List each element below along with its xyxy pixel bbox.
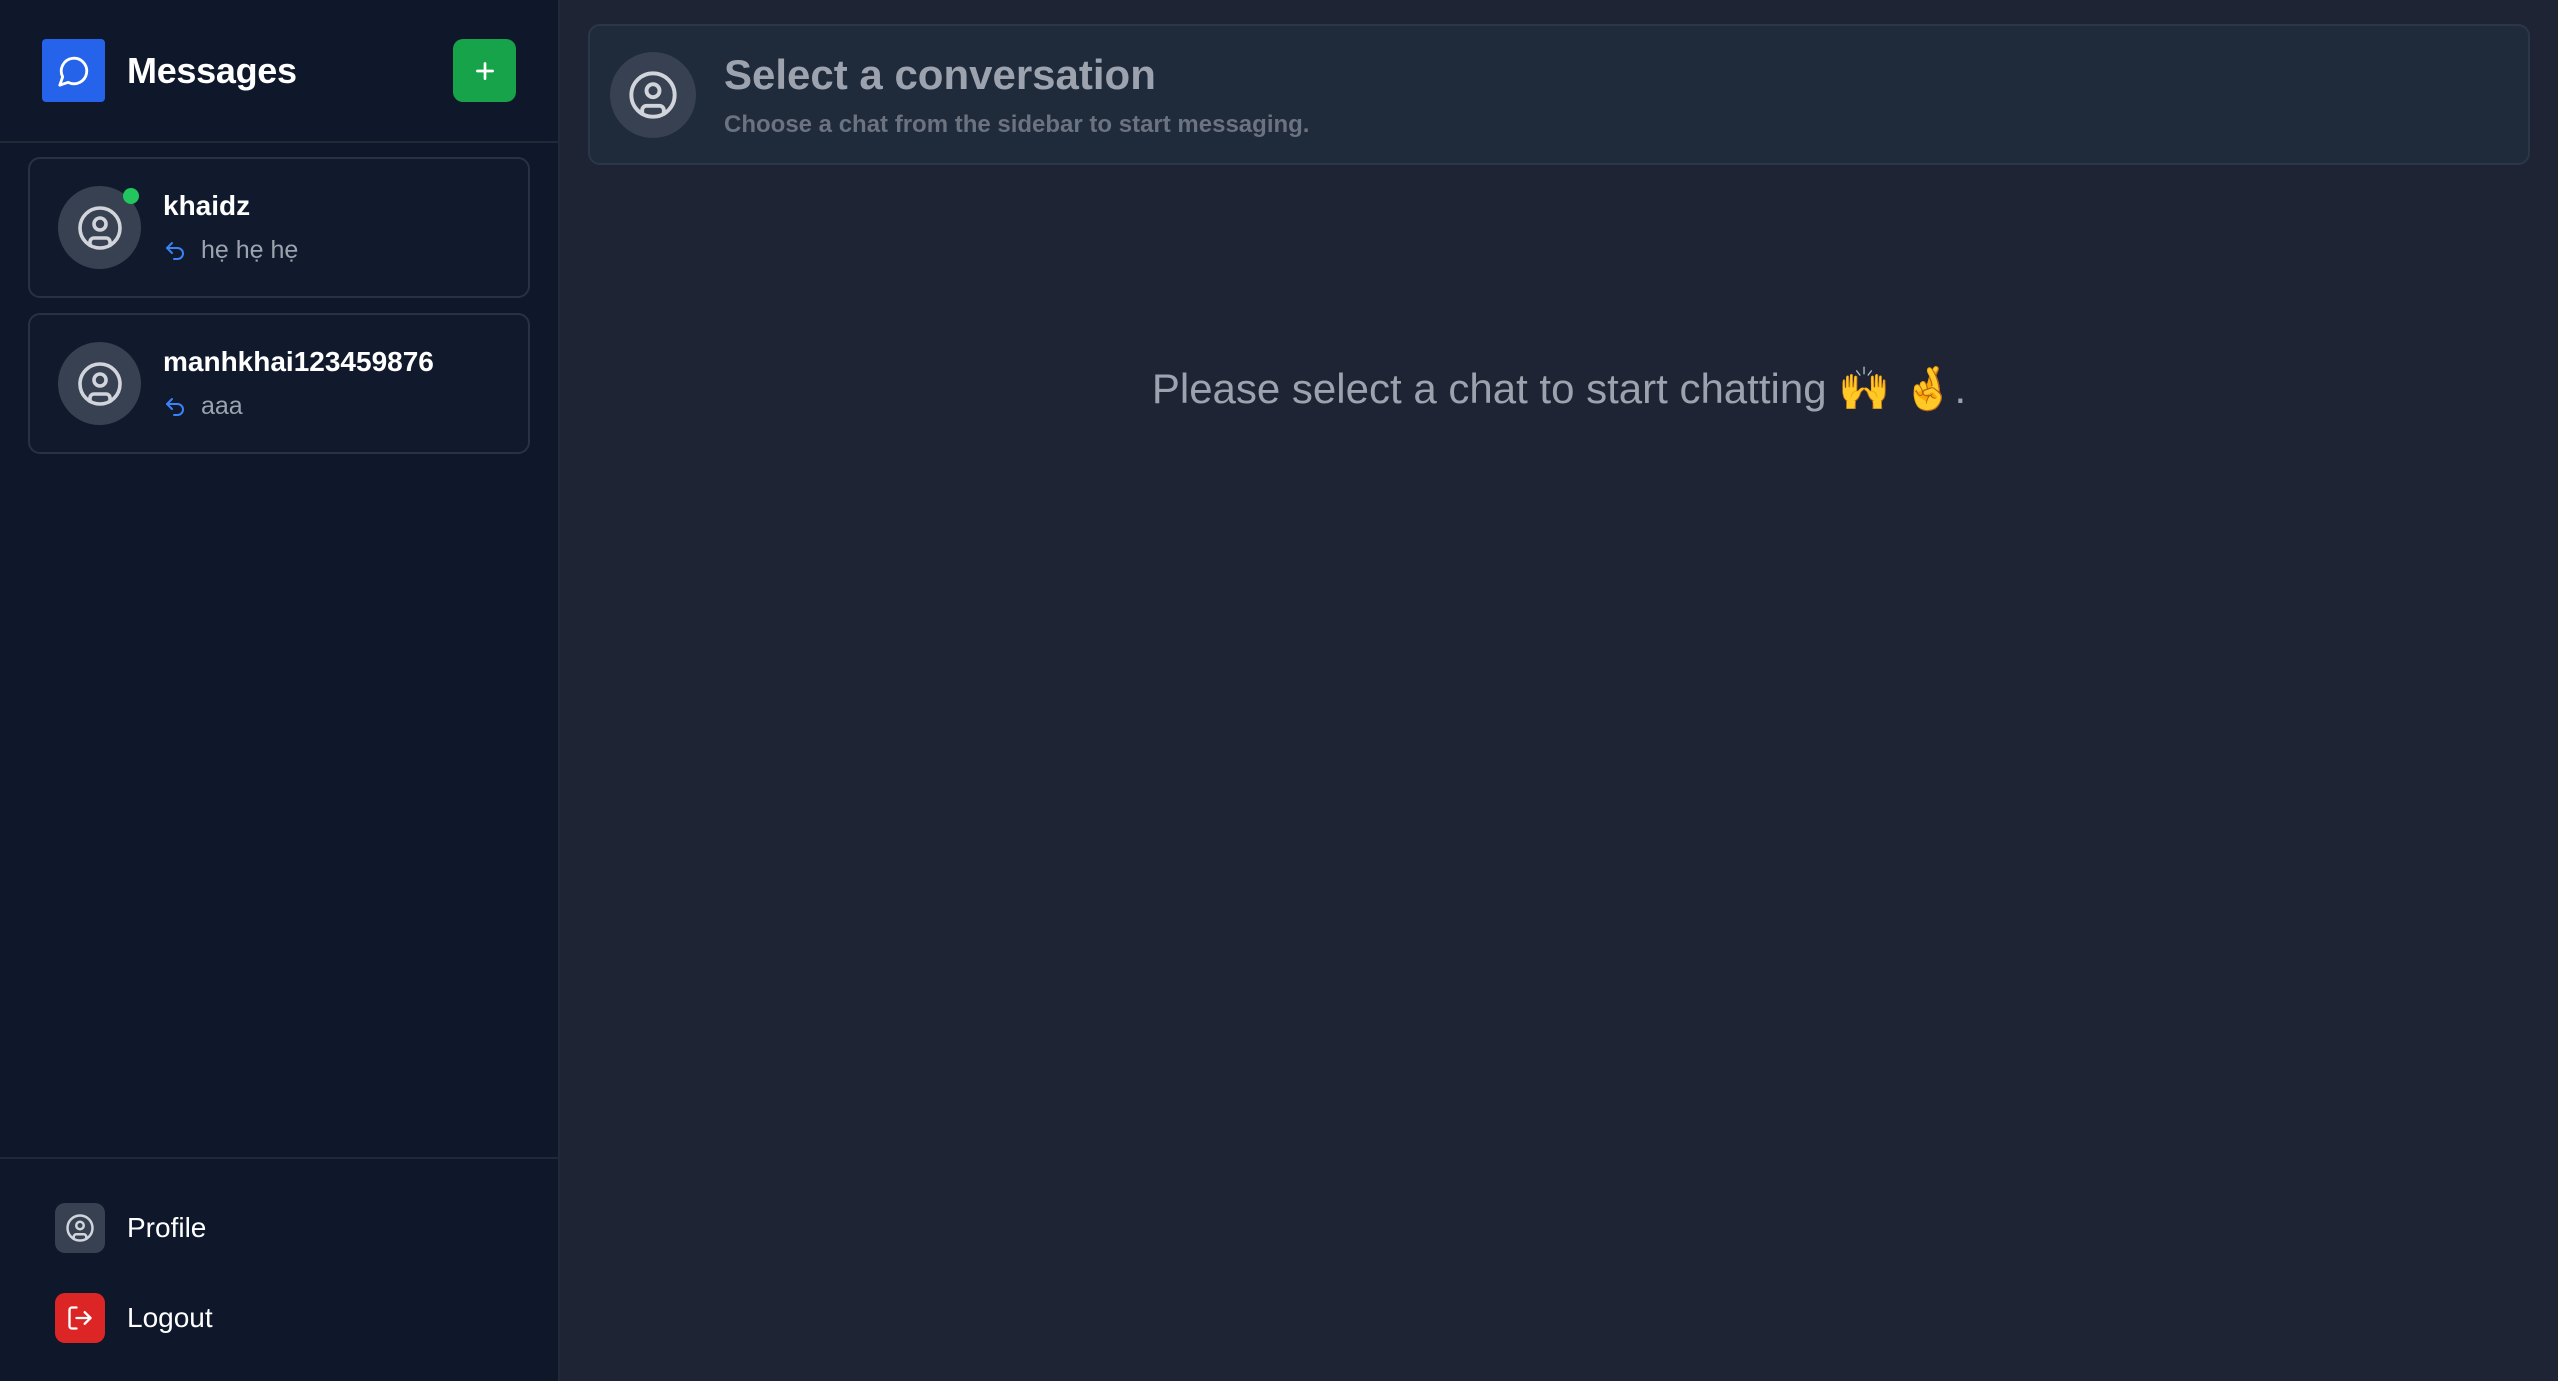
logout-label: Logout bbox=[127, 1302, 213, 1333]
conversation-item[interactable]: khaidz hẹ hẹ hẹ bbox=[28, 157, 530, 298]
conversation-name: manhkhai123459876 bbox=[163, 346, 434, 377]
online-indicator bbox=[123, 188, 139, 204]
empty-state-message: Please select a chat to start chatting 🙌… bbox=[1151, 365, 1967, 412]
reply-icon bbox=[166, 397, 184, 416]
profile-icon bbox=[55, 1203, 105, 1253]
header-subtitle: Choose a chat from the sidebar to start … bbox=[724, 110, 1310, 138]
avatar bbox=[610, 51, 696, 138]
conversation-last-message: aaa bbox=[201, 392, 243, 420]
profile-link[interactable]: Profile bbox=[55, 1203, 503, 1253]
new-conversation-button[interactable] bbox=[453, 39, 516, 102]
chat-bubble-icon bbox=[42, 39, 105, 102]
logout-button[interactable]: Logout bbox=[55, 1293, 503, 1343]
sidebar-footer: Profile Logout bbox=[0, 1157, 558, 1381]
avatar bbox=[58, 186, 141, 269]
user-circle-icon bbox=[629, 70, 677, 119]
sidebar-header: Messages bbox=[0, 0, 558, 143]
main-panel: Select a conversation Choose a chat from… bbox=[560, 0, 2558, 1381]
plus-icon bbox=[475, 61, 494, 80]
profile-label: Profile bbox=[127, 1212, 207, 1243]
user-circle-icon bbox=[77, 361, 122, 406]
conversation-list: khaidz hẹ hẹ hẹ manhkhai123459876 aaa bbox=[0, 143, 558, 1157]
user-circle-icon bbox=[77, 205, 122, 250]
avatar bbox=[58, 342, 141, 425]
conversation-item[interactable]: manhkhai123459876 aaa bbox=[28, 313, 530, 454]
conversation-header: Select a conversation Choose a chat from… bbox=[588, 24, 2530, 165]
conversation-last-message: hẹ hẹ hẹ bbox=[201, 236, 299, 264]
conversation-name: khaidz bbox=[163, 190, 251, 221]
sidebar: Messages khaidz hẹ hẹ hẹ manhkhai1234598… bbox=[0, 0, 560, 1381]
app-window: Messages khaidz hẹ hẹ hẹ manhkhai1234598… bbox=[0, 0, 2558, 1381]
header-title: Select a conversation bbox=[724, 50, 1156, 98]
sidebar-title: Messages bbox=[127, 49, 297, 91]
reply-icon bbox=[166, 241, 184, 260]
logout-icon bbox=[55, 1293, 105, 1343]
